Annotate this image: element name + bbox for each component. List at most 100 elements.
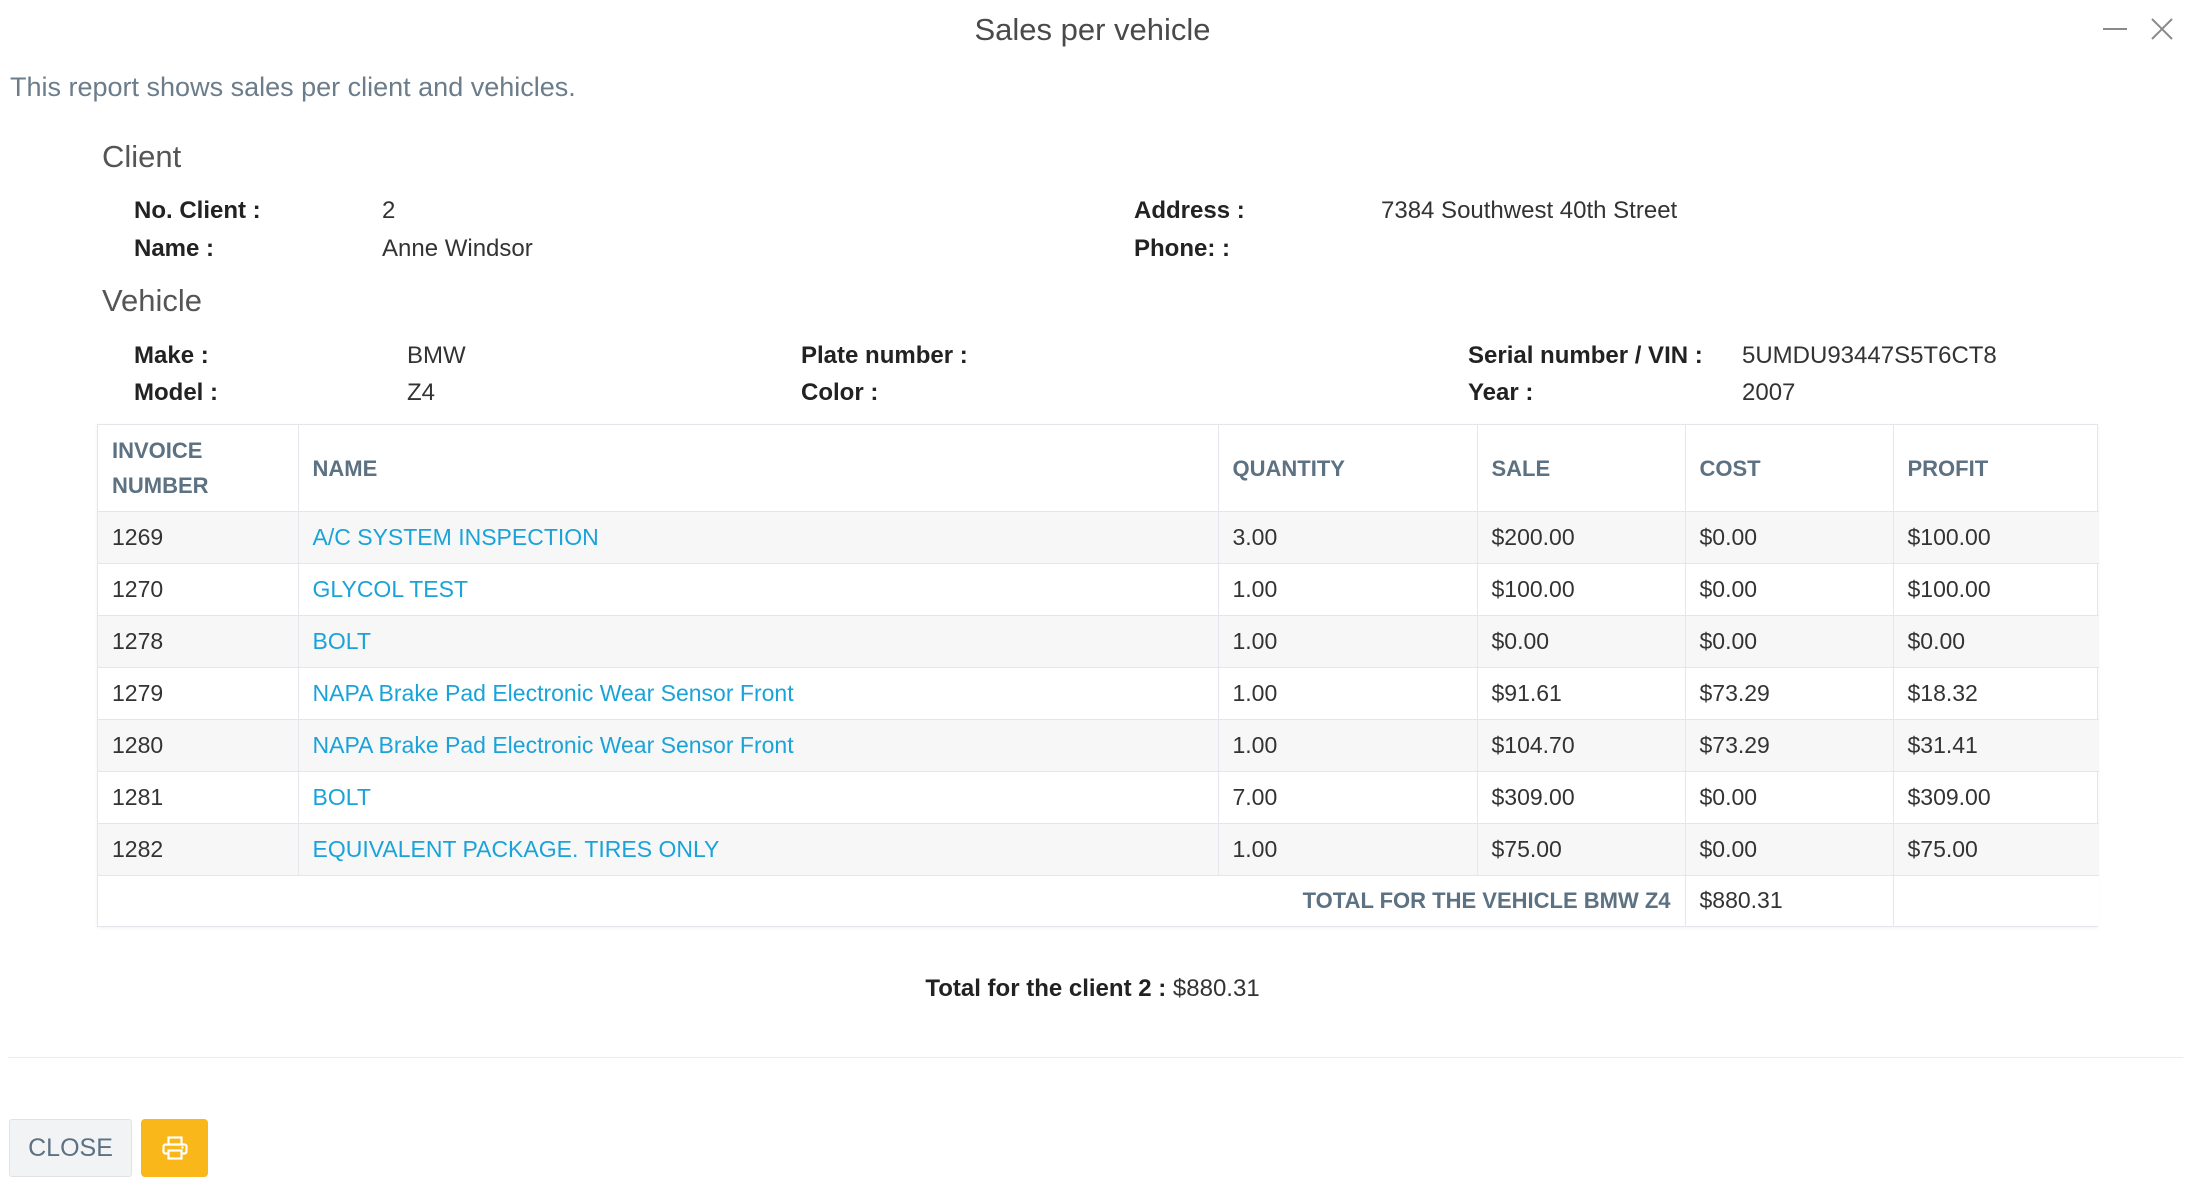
item-name-link[interactable]: GLYCOL TEST bbox=[298, 563, 1219, 616]
item-name-link[interactable]: A/C SYSTEM INSPECTION bbox=[298, 511, 1219, 564]
client-total-value: $880.31 bbox=[1172, 975, 1260, 1002]
vehicle-section-title: Vehicle bbox=[102, 283, 202, 318]
profit-cell: $31.41 bbox=[1893, 719, 2099, 772]
table-row: 1269 A/C SYSTEM INSPECTION 3.00 $200.00 … bbox=[98, 511, 2099, 564]
item-name-link[interactable]: NAPA Brake Pad Electronic Wear Sensor Fr… bbox=[298, 719, 1219, 772]
cost-cell: $73.29 bbox=[1685, 719, 1894, 772]
cost-cell: $0.00 bbox=[1685, 563, 1894, 616]
vin-value: 5UMDU93447S5T6CT8 bbox=[1742, 342, 1997, 369]
column-header-quantity[interactable]: QUANTITY bbox=[1218, 425, 1478, 512]
phone-label: Phone: : bbox=[1134, 235, 1230, 262]
vehicle-total-row: TOTAL FOR THE VEHICLE BMW Z4 $880.31 bbox=[98, 875, 2099, 926]
invoice-cell: 1282 bbox=[98, 823, 299, 876]
client-section-title: Client bbox=[102, 139, 182, 174]
column-header-name[interactable]: NAME bbox=[298, 425, 1219, 512]
minimize-button[interactable] bbox=[2098, 12, 2132, 46]
model-field: Model : bbox=[134, 379, 218, 407]
name-label: Name : bbox=[134, 235, 215, 262]
cost-cell: $0.00 bbox=[1685, 823, 1894, 876]
address-value-wrap: 7384 Southwest 40th Street bbox=[1381, 197, 1677, 225]
profit-cell: $309.00 bbox=[1893, 771, 2099, 824]
quantity-cell: 1.00 bbox=[1218, 719, 1478, 772]
quantity-cell: 1.00 bbox=[1218, 823, 1478, 876]
phone-field: Phone: : bbox=[1134, 235, 1230, 263]
no-client-value: 2 bbox=[382, 197, 396, 224]
address-field: Address : bbox=[1134, 197, 1245, 225]
year-field: Year : bbox=[1468, 379, 1533, 407]
make-field: Make : bbox=[134, 342, 209, 370]
invoice-cell: 1281 bbox=[98, 771, 299, 824]
column-header-profit[interactable]: PROFIT bbox=[1893, 425, 2099, 512]
column-header-sale[interactable]: SALE bbox=[1477, 425, 1686, 512]
vin-value-wrap: 5UMDU93447S5T6CT8 bbox=[1742, 342, 1997, 370]
minimize-icon bbox=[2103, 28, 2127, 30]
table-row: 1279 NAPA Brake Pad Electronic Wear Sens… bbox=[98, 667, 2099, 720]
model-value: Z4 bbox=[407, 379, 436, 406]
no-client-label: No. Client : bbox=[134, 197, 261, 224]
item-name-link[interactable]: BOLT bbox=[298, 615, 1219, 668]
name-field: Name : bbox=[134, 235, 214, 263]
color-label: Color : bbox=[801, 379, 879, 406]
footer-divider bbox=[8, 1057, 2183, 1058]
table-row: 1282 EQUIVALENT PACKAGE. TIRES ONLY 1.00… bbox=[98, 823, 2099, 876]
cost-cell: $0.00 bbox=[1685, 615, 1894, 668]
cost-cell: $0.00 bbox=[1685, 511, 1894, 564]
close-icon bbox=[2151, 18, 2173, 40]
report-description: This report shows sales per client and v… bbox=[10, 72, 576, 102]
invoice-cell: 1280 bbox=[98, 719, 299, 772]
plate-label: Plate number : bbox=[801, 342, 968, 369]
profit-cell: $0.00 bbox=[1893, 615, 2099, 668]
table-header-row: INVOICE NUMBER NAME QUANTITY SALE COST P… bbox=[98, 425, 2099, 512]
address-label: Address : bbox=[1134, 197, 1245, 224]
table-row: 1270 GLYCOL TEST 1.00 $100.00 $0.00 $100… bbox=[98, 563, 2099, 616]
sales-table-container: INVOICE NUMBER NAME QUANTITY SALE COST P… bbox=[97, 424, 2099, 927]
close-button[interactable]: CLOSE bbox=[9, 1119, 132, 1177]
make-value-wrap: BMW bbox=[407, 342, 466, 370]
sale-cell: $75.00 bbox=[1477, 823, 1686, 876]
invoice-header-line1: INVOICE bbox=[112, 438, 203, 463]
profit-cell: $75.00 bbox=[1893, 823, 2099, 876]
invoice-cell: 1270 bbox=[98, 563, 299, 616]
cost-cell: $0.00 bbox=[1685, 771, 1894, 824]
print-icon bbox=[161, 1136, 188, 1160]
client-total: Total for the client 2 : $880.31 bbox=[0, 975, 2185, 1003]
quantity-cell: 7.00 bbox=[1218, 771, 1478, 824]
name-value-wrap: Anne Windsor bbox=[382, 235, 533, 263]
sale-cell: $104.70 bbox=[1477, 719, 1686, 772]
sales-table: INVOICE NUMBER NAME QUANTITY SALE COST P… bbox=[98, 425, 2099, 926]
no-client-value-wrap: 2 bbox=[382, 197, 395, 225]
model-value-wrap: Z4 bbox=[407, 379, 435, 407]
model-label: Model : bbox=[134, 379, 218, 406]
vehicle-total-label: TOTAL FOR THE VEHICLE BMW Z4 bbox=[98, 875, 1686, 926]
year-value-wrap: 2007 bbox=[1742, 379, 1795, 407]
profit-cell: $18.32 bbox=[1893, 667, 2099, 720]
dialog-title-bar: Sales per vehicle bbox=[0, 0, 2185, 62]
vin-field: Serial number / VIN : bbox=[1468, 342, 1703, 370]
dialog-title: Sales per vehicle bbox=[974, 12, 1211, 47]
column-header-invoice[interactable]: INVOICE NUMBER bbox=[98, 425, 299, 512]
invoice-header-line2: NUMBER bbox=[112, 473, 209, 498]
table-row: 1281 BOLT 7.00 $309.00 $0.00 $309.00 bbox=[98, 771, 2099, 824]
vehicle-total-empty-cell bbox=[1893, 875, 2099, 926]
make-label: Make : bbox=[134, 342, 209, 369]
sale-cell: $0.00 bbox=[1477, 615, 1686, 668]
invoice-cell: 1278 bbox=[98, 615, 299, 668]
invoice-cell: 1279 bbox=[98, 667, 299, 720]
profit-cell: $100.00 bbox=[1893, 511, 2099, 564]
address-value: 7384 Southwest 40th Street bbox=[1381, 197, 1678, 224]
item-name-link[interactable]: BOLT bbox=[298, 771, 1219, 824]
sale-cell: $200.00 bbox=[1477, 511, 1686, 564]
item-name-link[interactable]: NAPA Brake Pad Electronic Wear Sensor Fr… bbox=[298, 667, 1219, 720]
invoice-cell: 1269 bbox=[98, 511, 299, 564]
profit-cell: $100.00 bbox=[1893, 563, 2099, 616]
print-button[interactable] bbox=[141, 1119, 208, 1177]
vin-label: Serial number / VIN : bbox=[1468, 342, 1703, 369]
close-window-button[interactable] bbox=[2145, 12, 2179, 46]
table-row: 1278 BOLT 1.00 $0.00 $0.00 $0.00 bbox=[98, 615, 2099, 668]
no-client-field: No. Client : bbox=[134, 197, 261, 225]
quantity-cell: 1.00 bbox=[1218, 615, 1478, 668]
item-name-link[interactable]: EQUIVALENT PACKAGE. TIRES ONLY bbox=[298, 823, 1219, 876]
quantity-cell: 1.00 bbox=[1218, 563, 1478, 616]
column-header-cost[interactable]: COST bbox=[1685, 425, 1894, 512]
make-value: BMW bbox=[407, 342, 466, 369]
